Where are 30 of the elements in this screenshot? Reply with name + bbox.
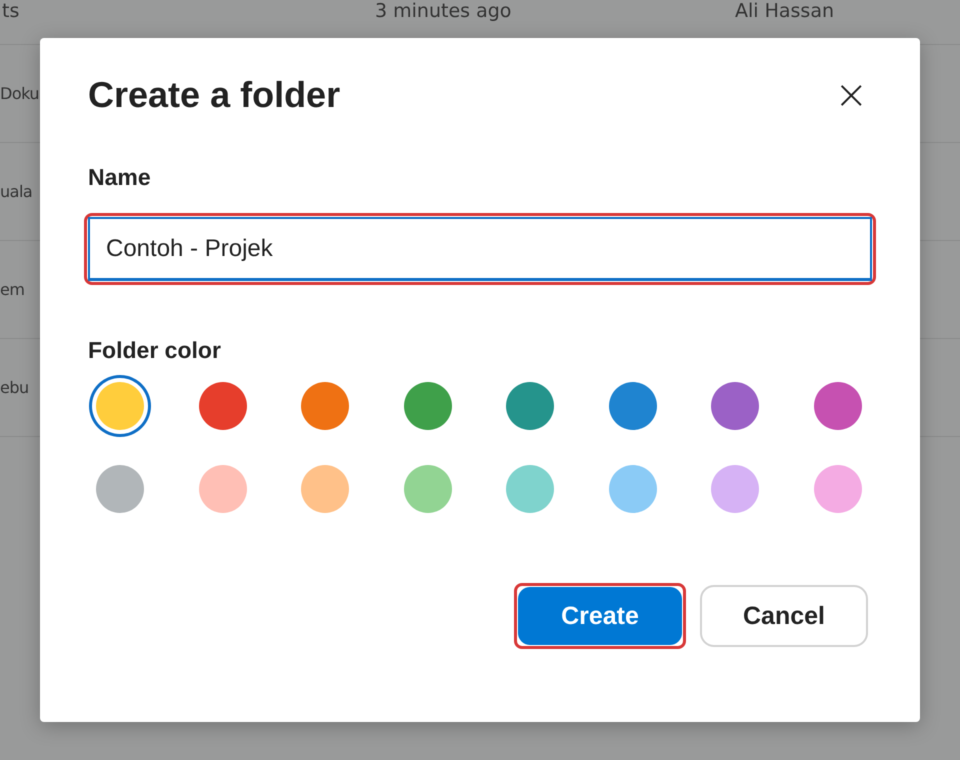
create-button[interactable]: Create	[518, 587, 682, 645]
color-swatch[interactable]	[608, 382, 656, 430]
color-swatch[interactable]	[506, 465, 554, 513]
list-cell: ebu	[0, 378, 29, 397]
color-swatch[interactable]	[404, 465, 452, 513]
color-swatch[interactable]	[198, 382, 246, 430]
color-swatch[interactable]	[96, 465, 144, 513]
color-swatch[interactable]	[814, 465, 862, 513]
dialog-title: Create a folder	[88, 74, 340, 116]
color-swatch[interactable]	[711, 465, 759, 513]
field-label: Name	[88, 164, 151, 191]
color-swatch[interactable]	[96, 382, 144, 430]
color-swatch[interactable]	[301, 382, 349, 430]
field-label: Folder color	[88, 337, 221, 364]
color-swatch[interactable]	[404, 382, 452, 430]
cancel-button[interactable]: Cancel	[700, 585, 868, 647]
name-field[interactable]: Contoh - Projek	[88, 217, 872, 281]
close-button[interactable]: ×	[830, 75, 872, 115]
color-swatch[interactable]	[301, 465, 349, 513]
list-cell: uala	[0, 182, 32, 201]
color-swatch[interactable]	[711, 382, 759, 430]
list-cell: Doku	[0, 84, 40, 103]
color-swatch[interactable]	[198, 465, 246, 513]
color-swatch[interactable]	[608, 465, 656, 513]
color-swatch[interactable]	[506, 382, 554, 430]
list-cell: ts	[2, 0, 20, 22]
list-cell: em	[0, 280, 24, 299]
list-cell: 3 minutes ago	[375, 0, 512, 22]
color-swatch[interactable]	[814, 382, 862, 430]
list-cell: Ali Hassan	[735, 0, 834, 22]
